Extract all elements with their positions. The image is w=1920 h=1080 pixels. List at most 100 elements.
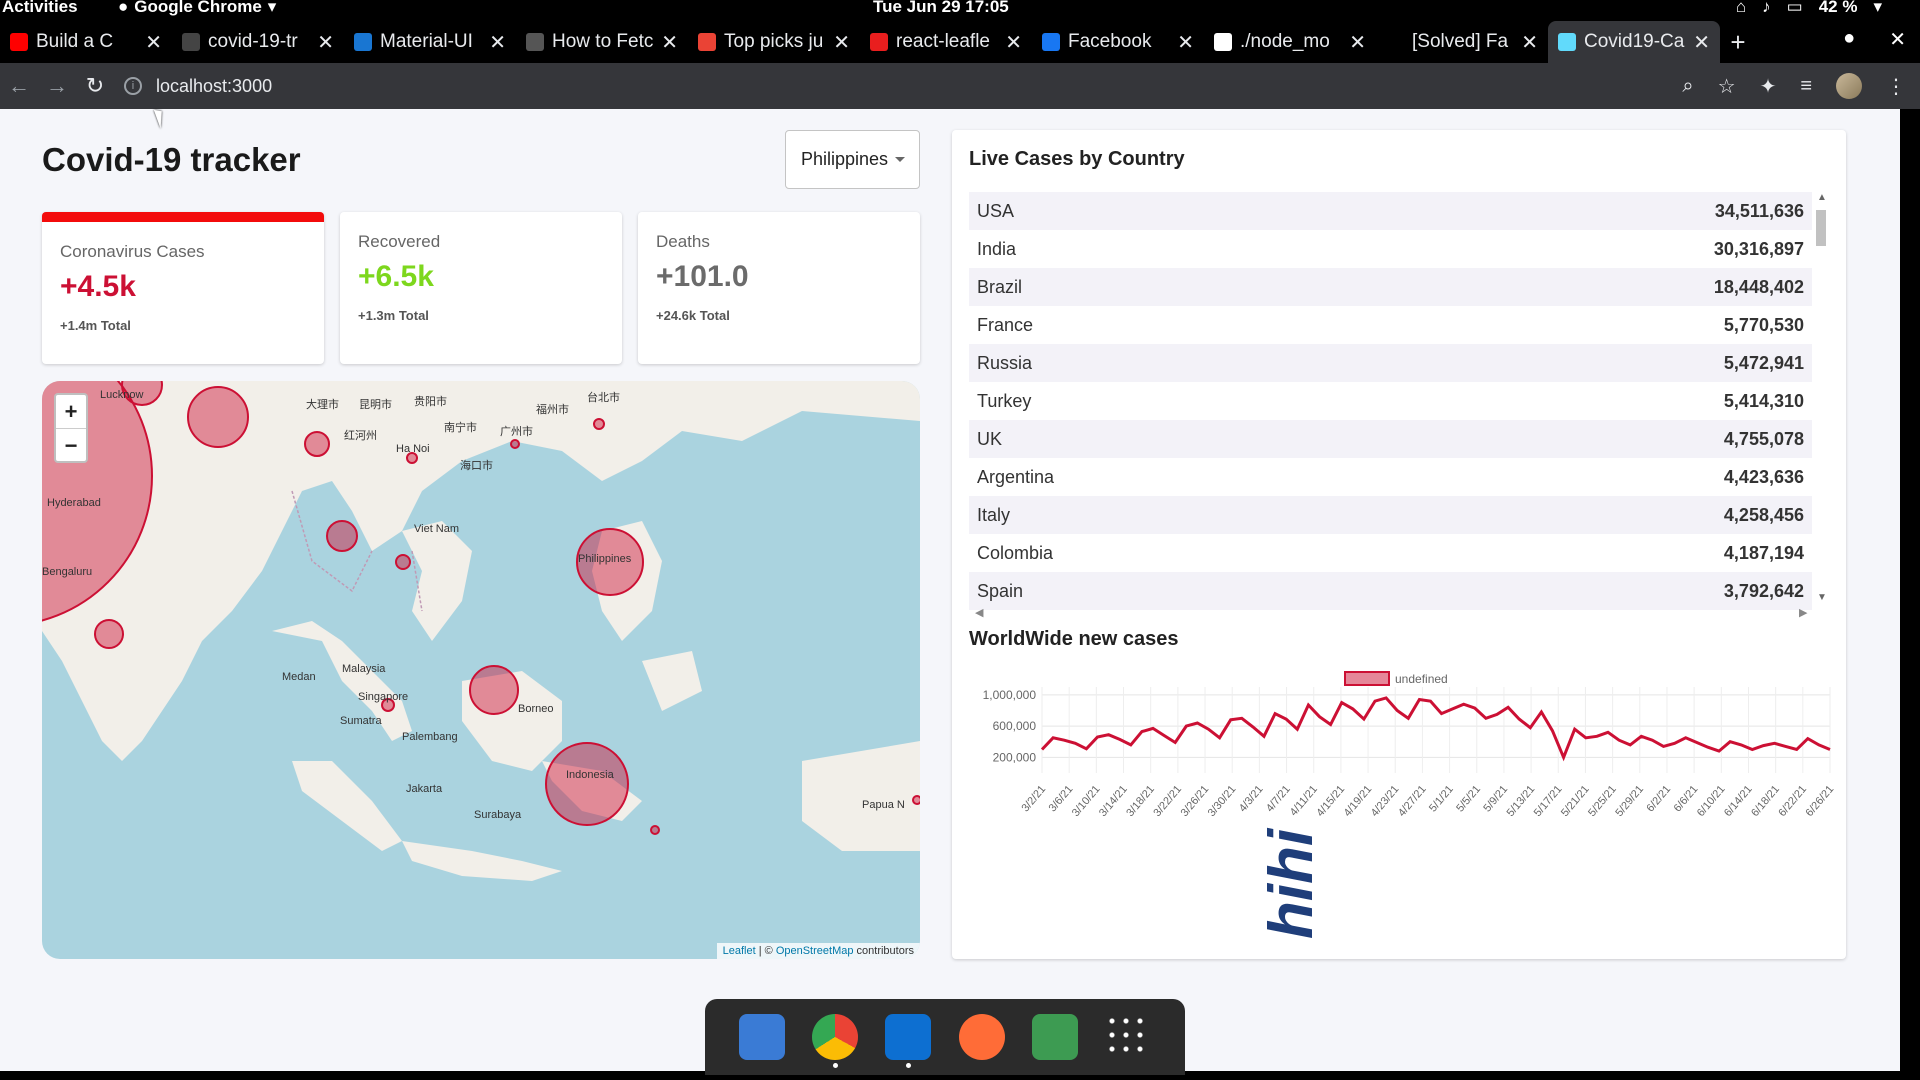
worldwide-title: WorldWide new cases [969,628,1179,650]
table-row: Turkey 5,414,310 [969,382,1812,420]
chrome-small-icon: ● [118,0,129,16]
close-tab-icon[interactable]: ✕ [317,30,334,55]
chart-xtick-label: 6/22/21 [1776,783,1809,819]
map-label: 昆明市 [359,399,392,411]
table-row: UK 4,755,078 [969,420,1812,458]
chart-xtick-label: 5/1/21 [1427,783,1456,814]
chart-series-line[interactable] [1040,696,1831,762]
map-label: 南宁市 [444,422,477,434]
close-tab-icon[interactable]: ✕ [1177,30,1194,55]
close-tab-icon[interactable]: ✕ [489,30,506,55]
chart-legend-swatch[interactable] [1344,671,1390,686]
horizontal-scrollbar[interactable]: ◀ ▶ [969,606,1828,622]
files-icon[interactable] [738,1014,785,1060]
live-cases-table[interactable]: USA 34,511,636 India 30,316,897 Brazil 18,… [969,192,1828,622]
scroll-thumb[interactable] [1816,210,1826,246]
zoom-out-button[interactable]: − [56,428,86,461]
extensions-icon[interactable]: ✦ [1760,74,1777,99]
covid-map[interactable]: Lucknow 大理市 昆明市 贵阳市 南宁市 广州市 红河州 Ha Noi 海口市 Hydera… [42,381,920,959]
forward-button[interactable]: → [38,73,76,99]
tab-5[interactable]: react-leafle ✕ [860,21,1032,63]
app-title: Covid-19 tracker [42,141,301,178]
app-grid-icon[interactable] [1105,1014,1152,1060]
clock[interactable]: Tue Jun 29 17:05 [873,0,1009,17]
tab-3[interactable]: How to Fetc ✕ [516,21,688,63]
chrome-icon[interactable] [811,1014,858,1068]
new-cases-chart[interactable]: 1,000,000600,000200,0003/2/213/6/213/10/… [952,660,1846,890]
tab-9[interactable]: Covid19-Ca ✕ [1548,21,1720,63]
close-tab-icon[interactable]: ✕ [145,30,162,55]
chart-ytick-label: 1,000,000 [983,688,1037,702]
tab-1[interactable]: covid-19-tr ✕ [172,21,344,63]
map-label: Surabaya [474,809,522,821]
close-tab-icon[interactable]: ✕ [661,30,678,55]
tab-7[interactable]: ./node_mo ✕ [1204,21,1376,63]
media-queue-icon[interactable]: ≡ [1800,75,1812,98]
table-row: Russia 5,472,941 [969,344,1812,382]
zoom-icon[interactable]: ⌕ [1682,75,1693,98]
country-cases: 5,414,310 [1723,390,1804,411]
address-bar[interactable]: i localhost:3000 [124,69,1684,103]
tab-0[interactable]: Build a C ✕ [0,21,172,63]
chart-xtick-label: 4/23/21 [1369,783,1402,819]
close-tab-icon[interactable]: ✕ [833,30,850,55]
osm-link[interactable]: OpenStreetMap [776,945,854,957]
url-text: localhost:3000 [156,75,273,96]
close-tab-icon[interactable]: ✕ [1349,30,1366,55]
map-label: 福州市 [536,404,569,416]
favicon-icon [698,33,716,51]
favicon-icon [1386,33,1404,51]
app-menu[interactable]: ● Google Chrome ▾ [118,0,276,17]
leaflet-link[interactable]: Leaflet [723,945,756,957]
vertical-scrollbar[interactable]: ▲ ▼ [1814,192,1828,606]
back-button[interactable]: ← [0,73,38,99]
infobox-cases[interactable]: Coronavirus Cases +4.5k +1.4m Total [42,212,324,364]
tab-2[interactable]: Material-UI ✕ [344,21,516,63]
map-label: Indonesia [566,769,614,781]
tab-8[interactable]: [Solved] Fa ✕ [1376,21,1548,63]
map-label: Hyderabad [47,497,101,509]
tab-4[interactable]: Top picks ju ✕ [688,21,860,63]
infobox-deaths[interactable]: Deaths +101.0 +24.6k Total [638,212,920,364]
close-tab-icon[interactable]: ✕ [1521,30,1538,55]
kebab-menu-icon[interactable]: ⋮ [1886,74,1906,99]
chart-legend-label[interactable]: undefined [1395,672,1448,686]
info-icon[interactable]: i [124,77,142,95]
infobox-recovered[interactable]: Recovered +6.5k +1.3m Total [340,212,622,364]
chart-xtick-label: 3/22/21 [1151,783,1184,819]
live-cases-title: Live Cases by Country [969,148,1185,170]
close-tab-icon[interactable]: ✕ [1005,30,1022,55]
vscode-icon[interactable] [885,1014,932,1068]
chart-xtick-label: 4/27/21 [1396,783,1429,819]
profile-avatar[interactable] [1836,73,1862,99]
chart-xtick-label: 3/18/21 [1124,783,1157,819]
tab-6[interactable]: Facebook ✕ [1032,21,1204,63]
close-window-icon[interactable]: ✕ [1889,27,1906,52]
table-row: Argentina 4,423,636 [969,458,1812,496]
country-name: Argentina [977,466,1055,487]
new-tab-button[interactable]: + [1720,27,1756,58]
scroll-up-icon[interactable]: ▲ [1817,192,1827,203]
window-edge [1900,109,1920,1071]
tab-strip: Build a C ✕ covid-19-tr ✕ Material-UI ✕ … [0,21,1920,63]
postman-icon[interactable] [958,1014,1005,1060]
system-tray[interactable]: ⌂ ♪ ▭ 42 % ▾ [1736,0,1882,17]
chart-xtick-label: 6/14/21 [1722,783,1755,819]
close-tab-icon[interactable]: ✕ [1693,30,1710,55]
trash-icon[interactable] [1031,1014,1078,1060]
scroll-down-icon[interactable]: ▼ [1817,592,1827,603]
country-select[interactable]: Philippines [785,130,920,189]
hihi-watermark: hihi [1257,827,1326,939]
system-top-bar: Activities ● Google Chrome ▾ Tue Jun 29 … [0,0,1920,16]
bookmark-star-icon[interactable]: ☆ [1718,74,1736,99]
reload-button[interactable]: ↻ [76,73,114,99]
zoom-control[interactable]: + − [54,393,88,463]
scroll-left-icon[interactable]: ◀ [975,606,983,619]
scroll-right-icon[interactable]: ▶ [1799,606,1807,619]
activities-button[interactable]: Activities [2,0,78,17]
tab-search-icon[interactable]: ● [1843,27,1855,52]
chart-xtick-label: 6/2/21 [1644,783,1673,814]
chart-xtick-label: 5/13/21 [1505,783,1538,819]
zoom-in-button[interactable]: + [56,395,86,428]
country-name: Colombia [977,542,1054,563]
